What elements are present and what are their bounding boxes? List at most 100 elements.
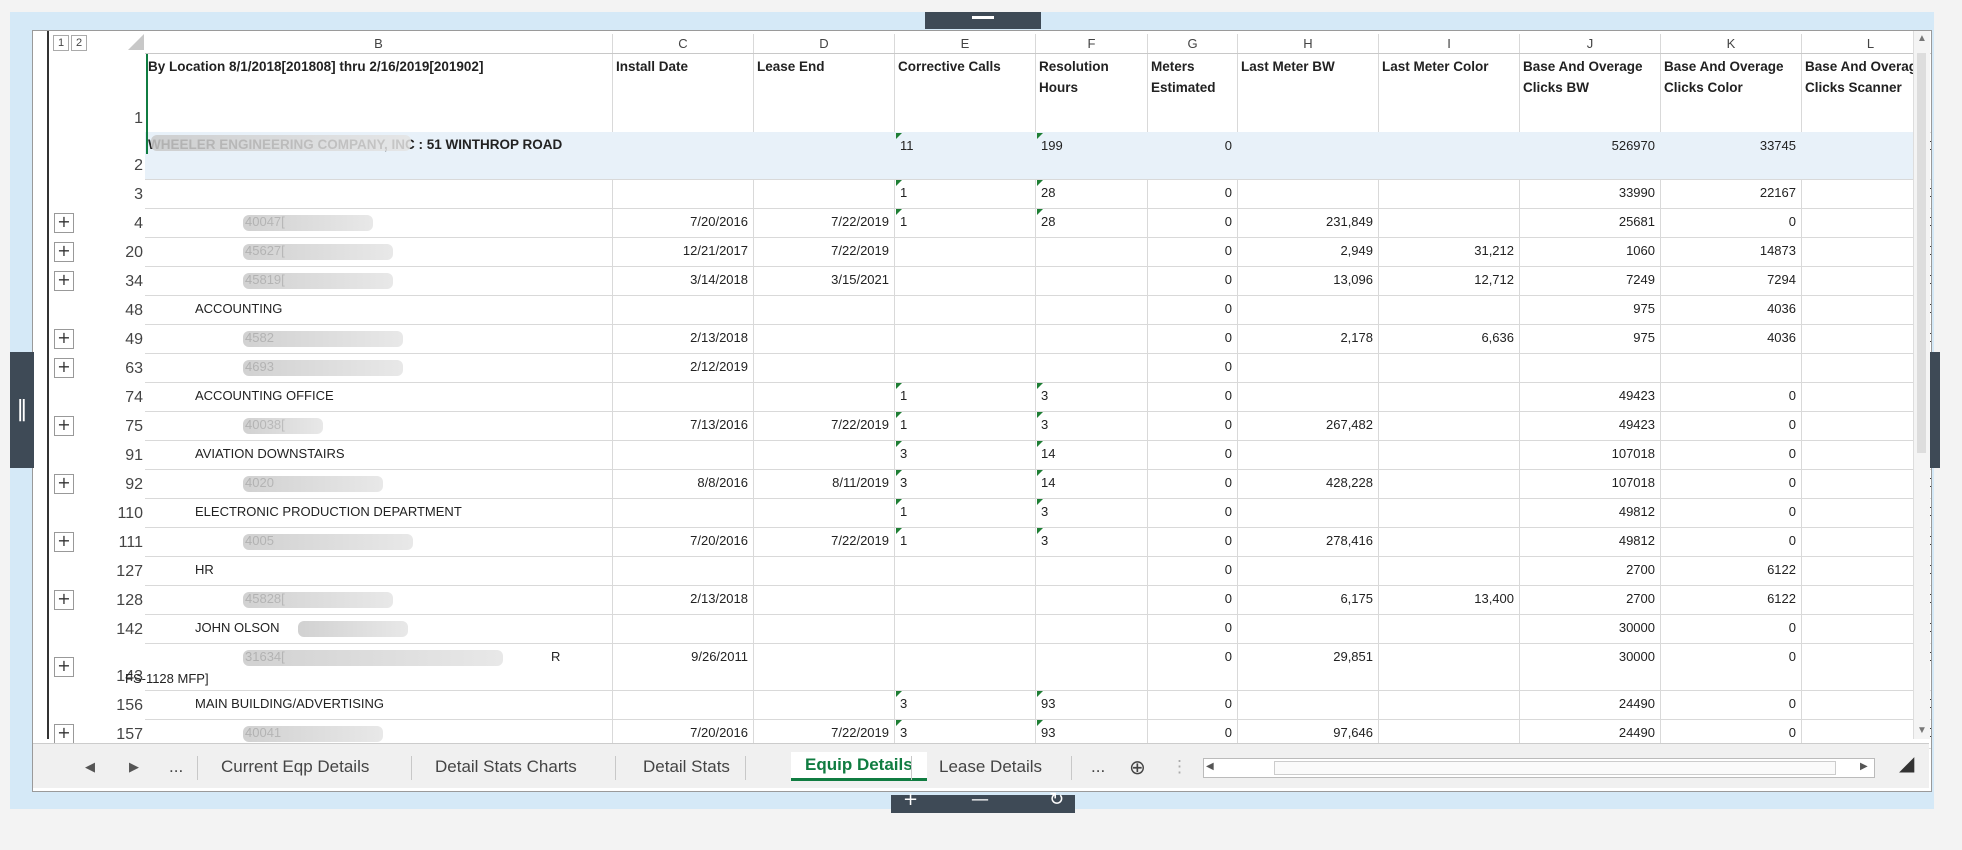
cell-k[interactable]: 0 — [1663, 446, 1796, 462]
cell-j[interactable]: 526970 — [1522, 138, 1655, 154]
cell-d[interactable]: 7/22/2019 — [756, 214, 889, 230]
column-header-i[interactable]: I — [1379, 34, 1520, 53]
cell-b[interactable]: HR — [195, 562, 214, 578]
tabs-more-right[interactable]: ... — [1091, 754, 1105, 780]
cell-i[interactable]: 31,212 — [1381, 243, 1514, 259]
cell-c[interactable]: 7/20/2016 — [615, 725, 748, 741]
cell-j[interactable]: 49423 — [1522, 417, 1655, 433]
expand-group-button[interactable]: + — [54, 532, 74, 552]
cell-e[interactable]: 1 — [900, 185, 907, 201]
cell-f[interactable]: 93 — [1041, 696, 1055, 712]
cell-e[interactable]: 11 — [900, 138, 914, 154]
expand-group-button[interactable]: + — [54, 590, 74, 610]
cell-j[interactable]: 2700 — [1522, 591, 1655, 607]
expand-group-button[interactable]: + — [54, 329, 74, 349]
cell-g[interactable]: 0 — [1150, 591, 1232, 607]
cell-h[interactable]: 231,849 — [1240, 214, 1373, 230]
resize-grip-icon[interactable]: ◢ — [1899, 750, 1914, 776]
cell-k[interactable]: 0 — [1663, 504, 1796, 520]
plus-icon[interactable]: + — [903, 789, 918, 810]
cell-g[interactable]: 0 — [1150, 696, 1232, 712]
column-header-d[interactable]: D — [754, 34, 895, 53]
cell-f[interactable]: 28 — [1041, 214, 1055, 230]
expand-group-button[interactable]: + — [54, 271, 74, 291]
cell-k[interactable]: 22167 — [1663, 185, 1796, 201]
cell-h[interactable]: 278,416 — [1240, 533, 1373, 549]
column-header-c[interactable]: C — [613, 34, 754, 53]
cell-g[interactable]: 0 — [1150, 562, 1232, 578]
cell-c[interactable]: 2/12/2019 — [615, 359, 748, 375]
cell-h[interactable]: 97,646 — [1240, 725, 1373, 741]
cell-c[interactable]: 7/20/2016 — [615, 214, 748, 230]
cell-g[interactable]: 0 — [1150, 725, 1232, 741]
cell-j[interactable]: 49812 — [1522, 533, 1655, 549]
cell-c[interactable]: 3/14/2018 — [615, 272, 748, 288]
cell-g[interactable]: 0 — [1150, 138, 1232, 154]
cell-e[interactable]: 1 — [900, 388, 907, 404]
cell-k[interactable]: 4036 — [1663, 301, 1796, 317]
cell-j[interactable]: 30000 — [1522, 620, 1655, 636]
expand-group-button[interactable]: + — [54, 416, 74, 436]
minus-icon[interactable]: — — [971, 789, 989, 810]
tab-current-eqp-details[interactable]: Current Eqp Details — [221, 754, 369, 780]
cell-f[interactable]: 3 — [1041, 417, 1048, 433]
cell-e[interactable]: 3 — [900, 475, 907, 491]
cell-j[interactable]: 24490 — [1522, 725, 1655, 741]
column-header-j[interactable]: J — [1520, 34, 1661, 53]
plus-circle-icon[interactable]: ⊕ — [1129, 754, 1146, 780]
cell-g[interactable]: 0 — [1150, 620, 1232, 636]
expand-group-button[interactable]: + — [54, 474, 74, 494]
cell-e[interactable]: 1 — [900, 214, 907, 230]
cell-k[interactable]: 0 — [1663, 388, 1796, 404]
cell-j[interactable]: 25681 — [1522, 214, 1655, 230]
cell-c[interactable]: 7/20/2016 — [615, 533, 748, 549]
cell-b[interactable]: AVIATION DOWNSTAIRS — [195, 446, 345, 462]
cell-k[interactable]: 0 — [1663, 475, 1796, 491]
cell-h[interactable]: 2,178 — [1240, 330, 1373, 346]
cell-h[interactable]: 29,851 — [1240, 649, 1373, 665]
cell-j[interactable]: 7249 — [1522, 272, 1655, 288]
column-header-g[interactable]: G — [1148, 34, 1238, 53]
column-header-b[interactable]: B — [145, 34, 613, 53]
cell-e[interactable]: 3 — [900, 446, 907, 462]
cell-f[interactable]: 14 — [1041, 475, 1055, 491]
cell-g[interactable]: 0 — [1150, 243, 1232, 259]
cell-i[interactable]: 6,636 — [1381, 330, 1514, 346]
cell-f[interactable]: 28 — [1041, 185, 1055, 201]
column-header-f[interactable]: F — [1036, 34, 1148, 53]
cell-e[interactable]: 3 — [900, 725, 907, 741]
cell-d[interactable]: 8/11/2019 — [756, 475, 889, 491]
select-all-corner[interactable] — [128, 34, 144, 50]
scroll-down-icon[interactable]: ▼ — [1917, 725, 1927, 736]
cell-k[interactable]: 33745 — [1663, 138, 1796, 154]
cell-j[interactable]: 24490 — [1522, 696, 1655, 712]
cell-j[interactable]: 975 — [1522, 301, 1655, 317]
cell-k[interactable]: 4036 — [1663, 330, 1796, 346]
cell-d[interactable]: 7/22/2019 — [756, 417, 889, 433]
cell-f[interactable]: 3 — [1041, 504, 1048, 520]
cell-g[interactable]: 0 — [1150, 475, 1232, 491]
cell-b[interactable]: ACCOUNTING OFFICE — [195, 388, 334, 404]
cell-g[interactable]: 0 — [1150, 272, 1232, 288]
tab-lease-details[interactable]: Lease Details — [939, 754, 1042, 780]
cell-f[interactable]: 14 — [1041, 446, 1055, 462]
tab-detail-stats-charts[interactable]: Detail Stats Charts — [435, 754, 577, 780]
cell-k[interactable]: 6122 — [1663, 562, 1796, 578]
cell-g[interactable]: 0 — [1150, 504, 1232, 520]
right-resize-handle[interactable] — [1930, 352, 1940, 468]
left-resize-handle[interactable]: ‖ — [10, 352, 34, 468]
scroll-left-icon[interactable]: ◀ — [1206, 754, 1214, 780]
cell-b[interactable]: ELECTRONIC PRODUCTION DEPARTMENT — [195, 504, 462, 520]
cell-j[interactable]: 2700 — [1522, 562, 1655, 578]
tabs-more-left[interactable]: ... — [169, 754, 183, 780]
cell-i[interactable]: 13,400 — [1381, 591, 1514, 607]
cell-e[interactable]: 1 — [900, 504, 907, 520]
cell-g[interactable]: 0 — [1150, 388, 1232, 404]
cell-g[interactable]: 0 — [1150, 359, 1232, 375]
cell-h[interactable]: 13,096 — [1240, 272, 1373, 288]
cell-k[interactable]: 14873 — [1663, 243, 1796, 259]
cell-k[interactable]: 6122 — [1663, 591, 1796, 607]
cell-k[interactable]: 0 — [1663, 620, 1796, 636]
cell-k[interactable]: 0 — [1663, 725, 1796, 741]
cell-f[interactable]: 3 — [1041, 388, 1048, 404]
